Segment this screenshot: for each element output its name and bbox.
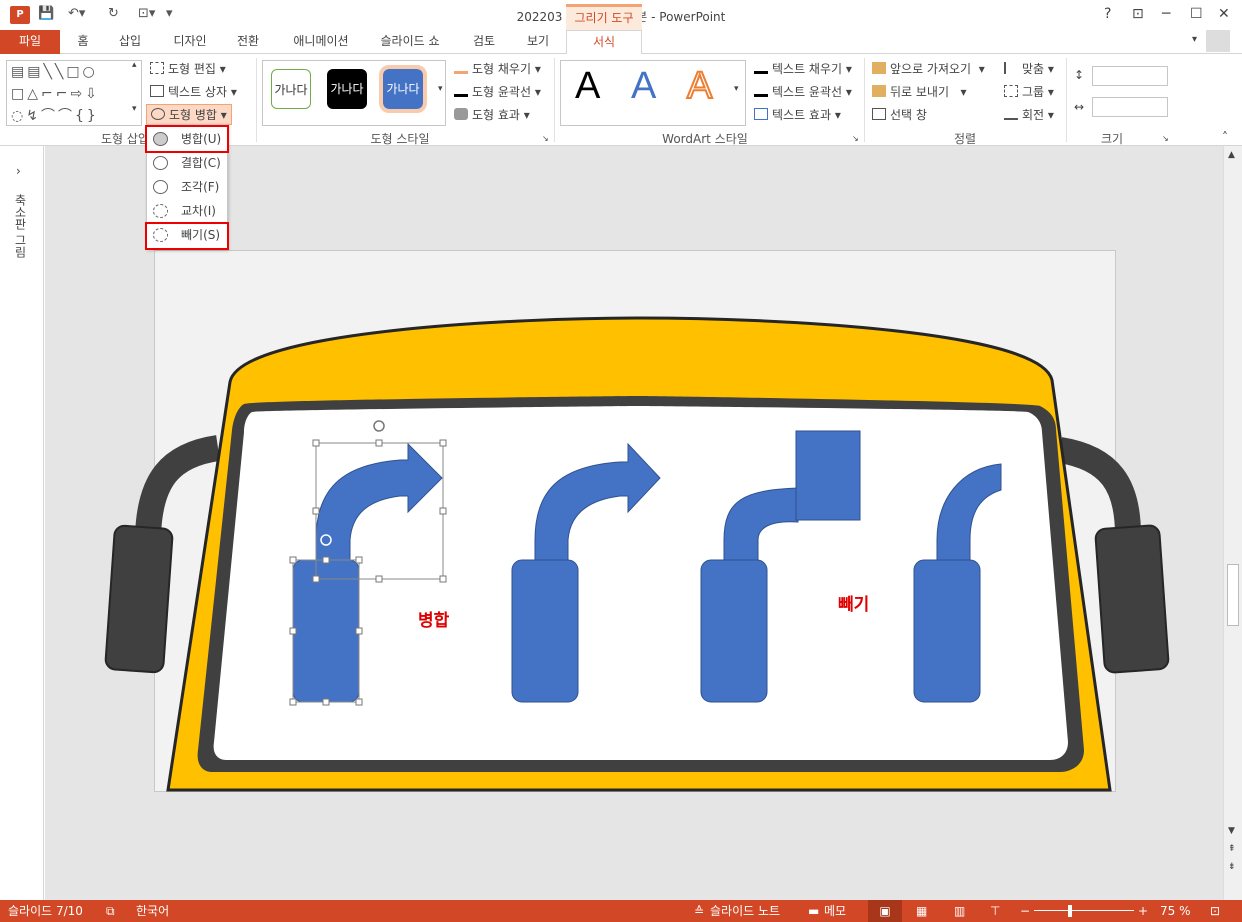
vertical-scrollbar[interactable]: ▲ ▼ ⇞ ⇟ bbox=[1223, 146, 1242, 900]
zoom-out-icon[interactable]: − bbox=[1020, 900, 1030, 922]
slide-sorter-icon[interactable]: ▦ bbox=[916, 900, 927, 922]
zoom-in-icon[interactable]: + bbox=[1138, 900, 1148, 922]
slideshow-view-icon[interactable]: ⊤ bbox=[990, 900, 1000, 922]
zoom-level[interactable]: 75 % bbox=[1160, 900, 1191, 922]
scroll-thumb[interactable] bbox=[1227, 564, 1239, 626]
rounded-rect-shape-2 bbox=[511, 559, 579, 703]
normal-view-icon[interactable]: ▣ bbox=[868, 900, 902, 922]
left-mirror bbox=[104, 524, 174, 674]
comments-icon[interactable]: ▬ bbox=[808, 900, 819, 922]
scroll-up-icon[interactable]: ▲ bbox=[1228, 150, 1235, 160]
highlight-box-subtract bbox=[145, 222, 229, 250]
menu-item-label: 조각(F) bbox=[181, 180, 220, 194]
notes-button[interactable]: 슬라이드 노트 bbox=[710, 900, 780, 922]
intersect-icon bbox=[153, 204, 168, 218]
zoom-slider-track[interactable] bbox=[1034, 910, 1134, 911]
highlight-box-union bbox=[145, 125, 229, 153]
menu-item-intersect[interactable]: 교차(I) bbox=[147, 199, 229, 223]
rounded-rect-shape-4 bbox=[913, 559, 981, 703]
next-slide-icon[interactable]: ⇟ bbox=[1228, 862, 1236, 872]
menu-item-combine[interactable]: 결합(C) bbox=[147, 151, 229, 175]
menu-item-label: 결합(C) bbox=[181, 156, 221, 170]
square-shape-3 bbox=[795, 430, 861, 521]
notes-icon[interactable]: ≙ bbox=[694, 900, 704, 922]
slide-label-merge: 병합 bbox=[418, 610, 450, 631]
fit-to-window-icon[interactable]: ⊡ bbox=[1210, 900, 1220, 922]
slide-counter: 슬라이드 7/10 bbox=[8, 904, 83, 918]
reading-view-icon[interactable]: ▥ bbox=[954, 900, 965, 922]
right-mirror bbox=[1094, 524, 1170, 674]
status-bar: 슬라이드 7/10 ⧉ 한국어 ≙ 슬라이드 노트 ▬ 메모 ▣ ▦ ▥ ⊤ −… bbox=[0, 900, 1242, 922]
rounded-rect-shape-3 bbox=[700, 559, 768, 703]
comments-button[interactable]: 메모 bbox=[824, 900, 846, 922]
menu-item-fragment[interactable]: 조각(F) bbox=[147, 175, 229, 199]
slide-label-subtract: 빼기 bbox=[838, 595, 869, 615]
combine-icon bbox=[153, 156, 168, 170]
menu-item-label: 교차(I) bbox=[181, 204, 216, 218]
language-indicator[interactable]: 한국어 bbox=[136, 900, 169, 922]
spell-check-icon[interactable]: ⧉ bbox=[106, 900, 115, 922]
previous-slide-icon[interactable]: ⇞ bbox=[1228, 844, 1236, 854]
scroll-down-icon[interactable]: ▼ bbox=[1228, 826, 1235, 836]
zoom-slider-thumb[interactable] bbox=[1068, 905, 1072, 917]
rounded-rect-shape-1 bbox=[292, 559, 360, 703]
fragment-icon bbox=[153, 180, 168, 194]
